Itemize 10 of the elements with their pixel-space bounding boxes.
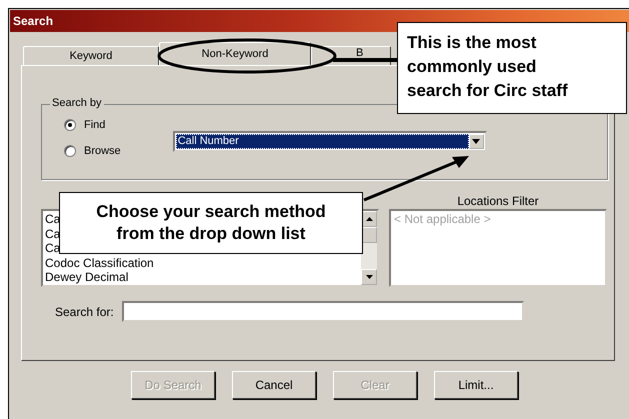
list-placeholder: < Not applicable >	[393, 211, 492, 228]
radio-label: Browse	[84, 145, 121, 157]
dropdown-value: Call Number	[176, 134, 469, 149]
callout-tooltip: Choose your search method from the drop down list	[59, 192, 363, 254]
callout-tooltip: This is the most commonly used search for Circ staff	[397, 22, 627, 114]
group-label: Search by	[50, 97, 104, 109]
radio-label: Find	[84, 119, 106, 131]
window-title: Search	[13, 14, 54, 28]
filter-label: Locations Filter	[456, 194, 540, 209]
field-label: Search for:	[55, 304, 114, 318]
